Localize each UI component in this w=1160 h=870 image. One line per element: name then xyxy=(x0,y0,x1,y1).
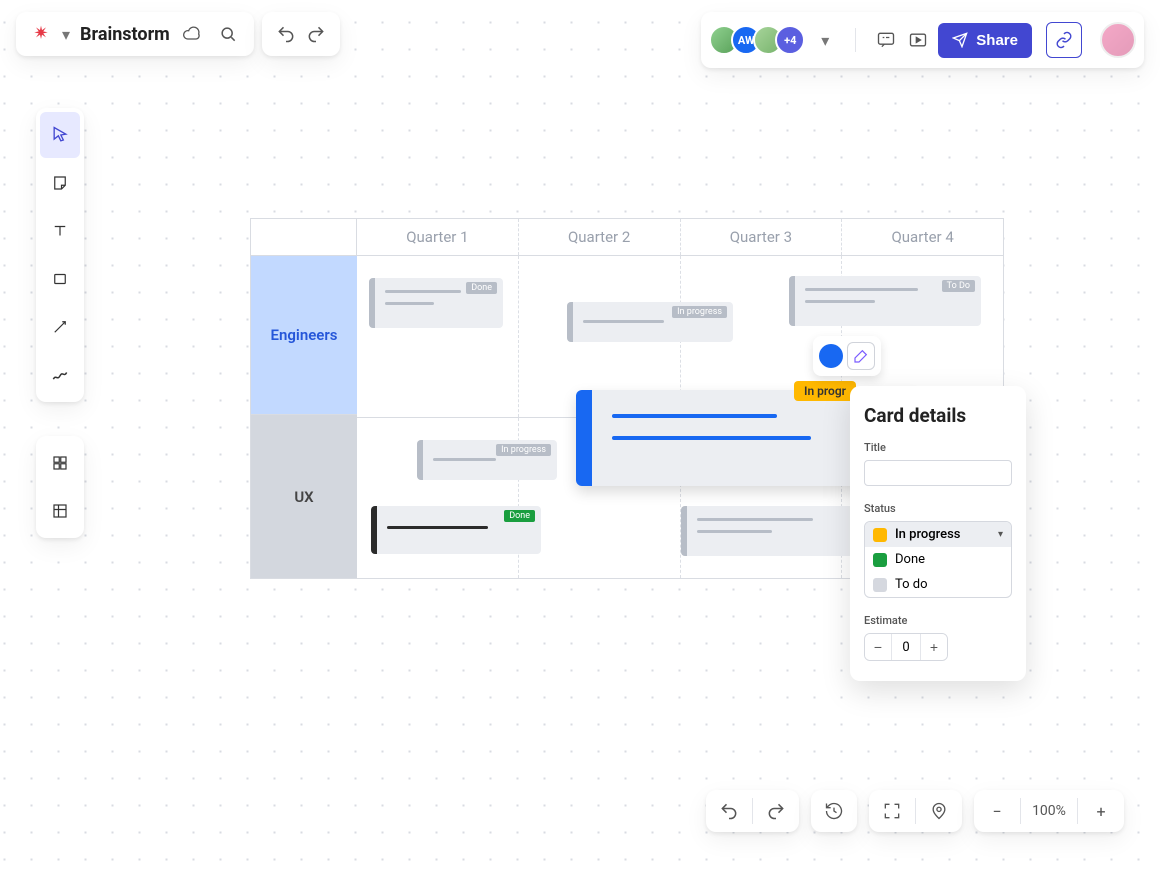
separator xyxy=(855,28,856,52)
estimate-increment[interactable]: + xyxy=(921,634,947,660)
status-option-in-progress[interactable]: In progress xyxy=(865,522,1011,547)
location-button[interactable] xyxy=(916,790,962,832)
card-accent xyxy=(576,390,592,486)
details-heading: Card details xyxy=(864,404,1012,427)
status-badge: Done xyxy=(504,510,535,522)
col-header-q4: Quarter 4 xyxy=(842,219,1003,255)
estimate-label: Estimate xyxy=(864,614,1012,627)
search-icon[interactable] xyxy=(216,22,240,46)
status-option-label: In progress xyxy=(895,527,960,542)
card-eng-q3[interactable]: To Do xyxy=(789,276,981,326)
status-option-todo[interactable]: To do xyxy=(865,572,1011,597)
status-label: Status xyxy=(864,502,1012,515)
card-ux-q3[interactable] xyxy=(681,506,873,556)
status-option-done[interactable]: Done xyxy=(865,547,1011,572)
title-input[interactable] xyxy=(864,460,1012,486)
history-button[interactable] xyxy=(811,790,857,832)
status-option-label: Done xyxy=(895,552,925,567)
col-header-q1: Quarter 1 xyxy=(357,219,519,255)
tools-panel xyxy=(36,108,84,402)
share-button-label: Share xyxy=(976,32,1018,49)
card-ux-done[interactable]: Done xyxy=(371,506,541,554)
app-logo-icon[interactable] xyxy=(30,23,52,45)
brand-panel: ▾ Brainstorm xyxy=(16,12,254,56)
status-select[interactable]: In progress Done To do xyxy=(864,521,1012,598)
nav-forward-button[interactable] xyxy=(753,790,799,832)
line-tool[interactable] xyxy=(40,304,80,350)
frame-tool[interactable] xyxy=(40,488,80,534)
undo-button[interactable] xyxy=(274,22,298,46)
grid-header: Quarter 1 Quarter 2 Quarter 3 Quarter 4 xyxy=(251,219,1003,255)
status-badge: In progress xyxy=(496,444,551,456)
swatch-icon xyxy=(873,578,887,592)
card-ux-q1[interactable]: In progress xyxy=(417,440,557,480)
fit-screen-button[interactable] xyxy=(869,790,915,832)
status-option-label: To do xyxy=(895,577,928,592)
collab-panel: AW +4 ▾ Share xyxy=(701,12,1144,68)
estimate-stepper: − 0 + xyxy=(864,633,948,661)
card-eng-q2[interactable]: In progress xyxy=(567,302,733,342)
text-line-icon xyxy=(697,530,772,533)
text-line-icon xyxy=(387,526,488,529)
estimate-value: 0 xyxy=(891,634,921,660)
copy-link-button[interactable] xyxy=(1046,22,1082,58)
select-tool[interactable] xyxy=(40,112,80,158)
zoom-out-button[interactable]: − xyxy=(974,790,1020,832)
presence-avatars[interactable]: AW +4 xyxy=(709,25,805,55)
swatch-icon xyxy=(873,528,887,542)
color-swatch-icon[interactable] xyxy=(819,344,843,368)
grid-corner xyxy=(251,219,357,255)
nav-back-button[interactable] xyxy=(706,790,752,832)
draw-tool[interactable] xyxy=(40,352,80,398)
present-icon[interactable] xyxy=(906,28,930,52)
text-line-icon xyxy=(385,290,461,293)
zoom-in-button[interactable]: + xyxy=(1078,790,1124,832)
card-eng-q1[interactable]: Done xyxy=(369,278,503,328)
status-badge: In progr xyxy=(794,381,856,401)
status-badge: Done xyxy=(466,282,497,294)
card-details-panel: Card details Title Status In progress Do… xyxy=(850,386,1026,681)
status-badge: In progress xyxy=(672,306,727,318)
shape-tool[interactable] xyxy=(40,256,80,302)
board-title[interactable]: Brainstorm xyxy=(80,24,170,45)
text-line-icon xyxy=(805,300,875,303)
brand-menu-caret-icon[interactable]: ▾ xyxy=(62,25,70,44)
redo-button[interactable] xyxy=(304,22,328,46)
history-panel xyxy=(262,12,340,56)
comments-icon[interactable] xyxy=(874,28,898,52)
tools-panel-2 xyxy=(36,436,84,538)
avatar-more[interactable]: +4 xyxy=(775,25,805,55)
text-line-icon xyxy=(433,458,496,461)
row-header-engineers: Engineers xyxy=(251,256,357,414)
card-quick-actions xyxy=(813,336,881,376)
cloud-status-icon[interactable] xyxy=(180,22,204,46)
presence-menu-caret-icon[interactable]: ▾ xyxy=(813,28,837,52)
row-header-ux: UX xyxy=(251,414,357,578)
view-controls: − 100% + xyxy=(706,790,1124,832)
share-button[interactable]: Share xyxy=(938,23,1032,58)
apps-tool[interactable] xyxy=(40,440,80,486)
text-line-icon xyxy=(385,302,434,305)
edit-card-button[interactable] xyxy=(847,342,875,370)
text-line-icon xyxy=(612,436,811,440)
text-line-icon xyxy=(612,414,777,418)
profile-avatar[interactable] xyxy=(1100,22,1136,58)
title-label: Title xyxy=(864,441,1012,454)
col-header-q3: Quarter 3 xyxy=(681,219,843,255)
text-line-icon xyxy=(583,320,664,323)
zoom-value[interactable]: 100% xyxy=(1021,803,1077,819)
text-line-icon xyxy=(697,518,813,521)
estimate-decrement[interactable]: − xyxy=(865,634,891,660)
status-badge: To Do xyxy=(942,280,975,292)
sticky-note-tool[interactable] xyxy=(40,160,80,206)
col-header-q2: Quarter 2 xyxy=(519,219,681,255)
text-tool[interactable] xyxy=(40,208,80,254)
swatch-icon xyxy=(873,553,887,567)
text-line-icon xyxy=(805,288,918,291)
